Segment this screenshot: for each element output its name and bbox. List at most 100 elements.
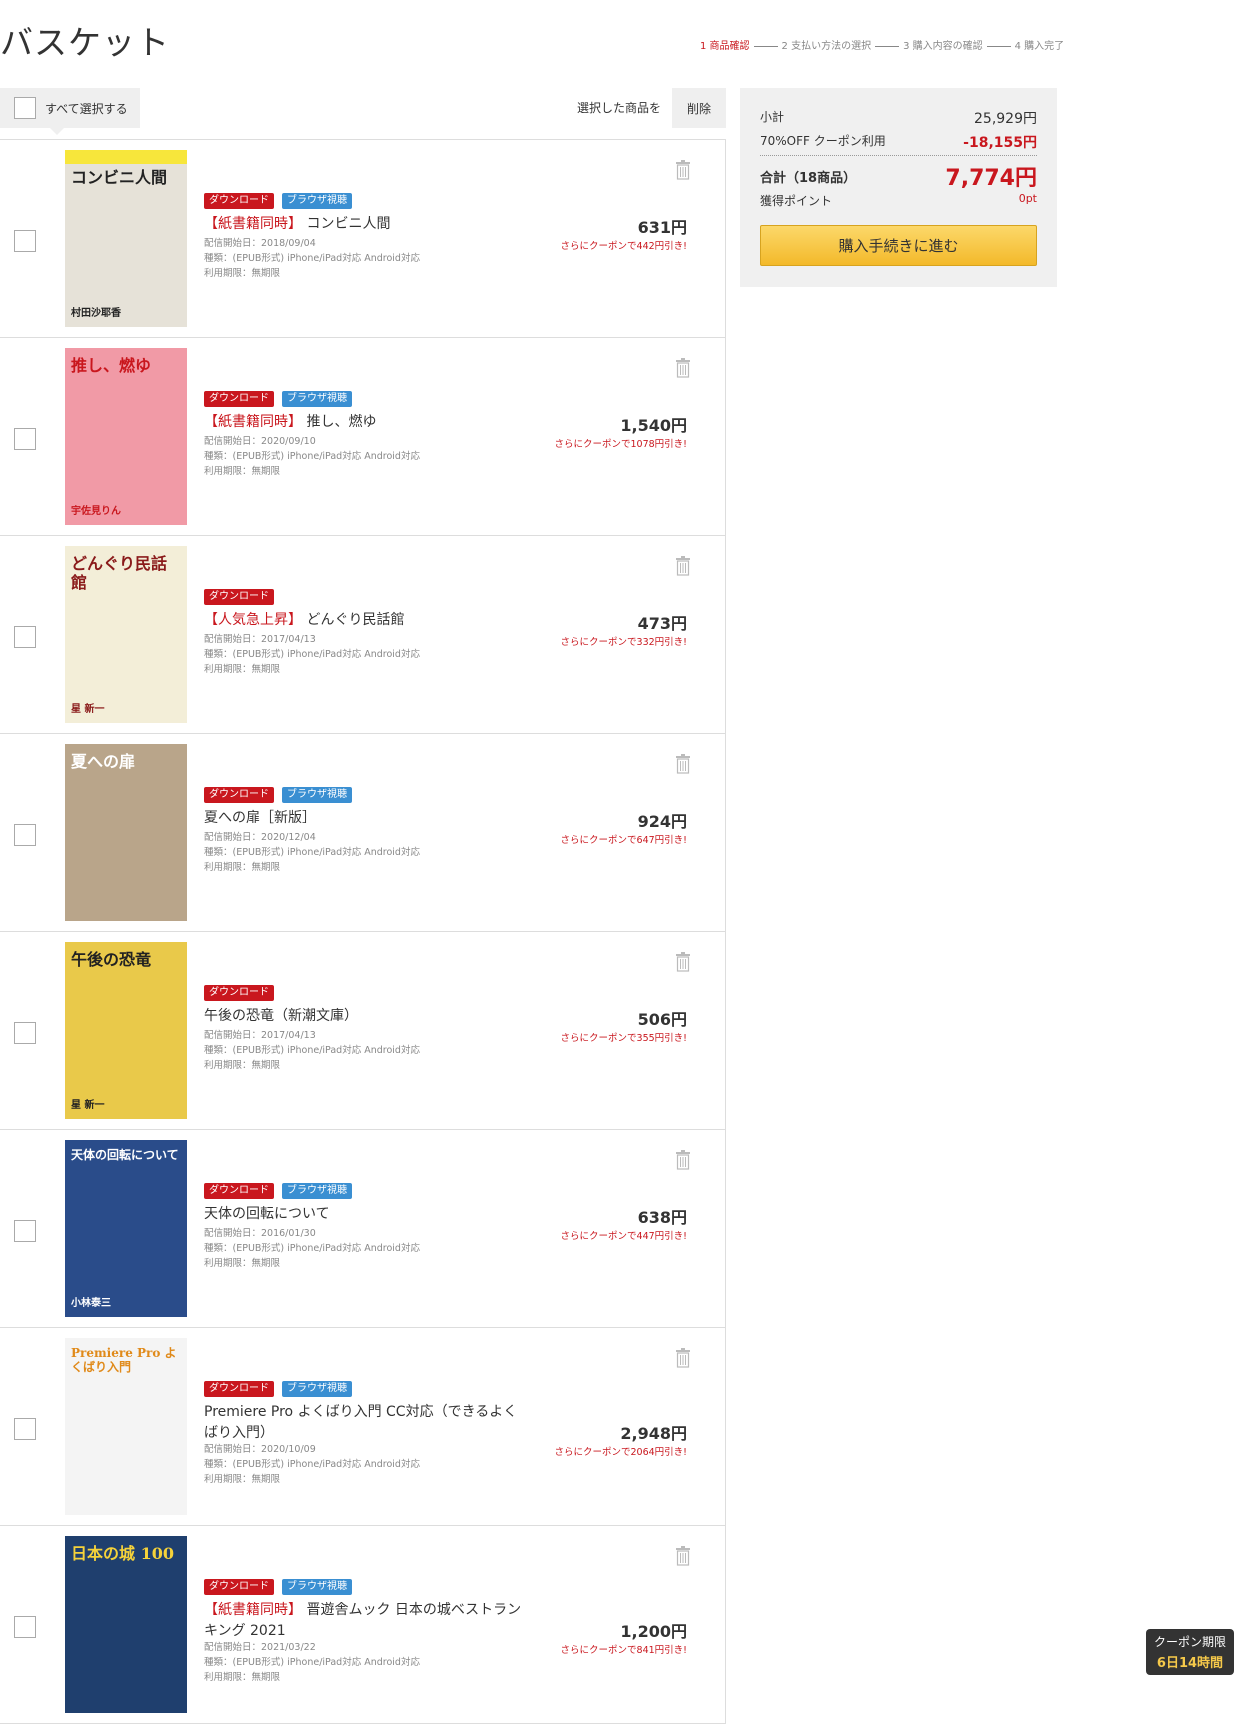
file-type: 種類：(EPUB形式) iPhone/iPad対応 Android対応 bbox=[204, 847, 420, 858]
select-all[interactable]: すべて選択する bbox=[0, 88, 140, 135]
book-cover[interactable]: Premiere Pro よくばり入門 bbox=[65, 1338, 187, 1515]
usage-period: 利用期限：無期限 bbox=[204, 1474, 281, 1485]
trash-icon[interactable] bbox=[675, 556, 691, 576]
total-value: 7,774円 bbox=[945, 166, 1037, 191]
file-type: 種類：(EPUB形式) iPhone/iPad対応 Android対応 bbox=[204, 1045, 420, 1056]
download-badge: ダウンロード bbox=[204, 391, 274, 407]
book-tag: 【人気急上昇】 bbox=[204, 612, 302, 628]
cover-author: 星 新一 bbox=[71, 1100, 105, 1111]
progress-steps: 1 商品確認 2 支払い方法の選択 3 購入内容の確認 4 購入完了 bbox=[700, 37, 1064, 52]
coupon-expiry-box[interactable]: クーポン期限 6日14時間 bbox=[1146, 1629, 1234, 1675]
cover-title: 日本の城 100 bbox=[71, 1544, 174, 1563]
cover-title: Premiere Pro よくばり入門 bbox=[71, 1346, 177, 1375]
browser-view-badge: ブラウザ視聴 bbox=[282, 193, 352, 209]
book-title[interactable]: 午後の恐竜（新潮文庫） bbox=[204, 1006, 524, 1027]
book-title-text: 午後の恐竜（新潮文庫） bbox=[204, 1008, 358, 1024]
item-checkbox[interactable] bbox=[14, 230, 36, 252]
book-title[interactable]: 【紙書籍同時】 コンビニ人間 bbox=[204, 214, 524, 235]
cover-title: 天体の回転について bbox=[71, 1148, 179, 1162]
book-cover[interactable]: 天体の回転について 小林泰三 bbox=[65, 1140, 187, 1317]
coupon-discount: さらにクーポンで647円引き! bbox=[560, 835, 687, 846]
release-date: 配信開始日：2020/10/09 bbox=[204, 1444, 316, 1455]
checkout-button[interactable]: 購入手続きに進む bbox=[760, 225, 1037, 266]
points-label: 獲得ポイント bbox=[760, 194, 833, 208]
file-type: 種類：(EPUB形式) iPhone/iPad対応 Android対応 bbox=[204, 1657, 420, 1668]
step-3: 3 購入内容の確認 bbox=[903, 41, 983, 52]
file-type: 種類：(EPUB形式) iPhone/iPad対応 Android対応 bbox=[204, 1459, 420, 1470]
book-title-text: どんぐり民話館 bbox=[302, 612, 405, 628]
trash-icon[interactable] bbox=[675, 952, 691, 972]
book-title[interactable]: 【人気急上昇】 どんぐり民話館 bbox=[204, 610, 524, 631]
basket-item: どんぐり民話館星 新一 ダウンロード 【人気急上昇】 どんぐり民話館 配信開始日… bbox=[0, 536, 725, 734]
cover-title: どんぐり民話館 bbox=[71, 554, 168, 593]
file-type: 種類：(EPUB形式) iPhone/iPad対応 Android対応 bbox=[204, 1243, 420, 1254]
basket-item: 日本の城 100 ダウンロード ブラウザ視聴 【紙書籍同時】 晋遊舎ムック 日本… bbox=[0, 1526, 725, 1724]
trash-icon[interactable] bbox=[675, 160, 691, 180]
select-all-checkbox[interactable] bbox=[14, 97, 36, 119]
download-badge: ダウンロード bbox=[204, 1579, 274, 1595]
item-price: 1,200円 bbox=[620, 1622, 687, 1641]
book-cover[interactable]: コンビニ人間 村田沙耶香 bbox=[65, 150, 187, 327]
book-title[interactable]: 夏への扉［新版］ bbox=[204, 808, 524, 829]
book-cover[interactable]: 午後の恐竜星 新一 bbox=[65, 942, 187, 1119]
item-price: 473円 bbox=[637, 614, 687, 633]
item-price: 1,540円 bbox=[620, 416, 687, 435]
selected-items-label: 選択した商品を bbox=[577, 101, 662, 115]
item-checkbox[interactable] bbox=[14, 1220, 36, 1242]
step-separator bbox=[986, 45, 1011, 47]
coupon-expiry-value: 6日14時間 bbox=[1156, 1656, 1224, 1671]
coupon-discount: さらにクーポンで442円引き! bbox=[560, 241, 687, 252]
basket-item: 夏への扉 ダウンロード ブラウザ視聴 夏への扉［新版］ 配信開始日：2020/1… bbox=[0, 734, 725, 932]
usage-period: 利用期限：無期限 bbox=[204, 1060, 281, 1071]
item-price: 924円 bbox=[637, 812, 687, 831]
book-title[interactable]: 【紙書籍同時】 推し、燃ゆ bbox=[204, 412, 524, 433]
usage-period: 利用期限：無期限 bbox=[204, 268, 281, 279]
release-date: 配信開始日：2020/09/10 bbox=[204, 436, 316, 447]
item-checkbox[interactable] bbox=[14, 1616, 36, 1638]
book-title[interactable]: 【紙書籍同時】 晋遊舎ムック 日本の城ベストランキング 2021 bbox=[204, 1600, 524, 1642]
book-meta: 配信開始日：2020/10/09 種類：(EPUB形式) iPhone/iPad… bbox=[204, 1442, 420, 1487]
book-meta: 配信開始日：2020/12/04 種類：(EPUB形式) iPhone/iPad… bbox=[204, 830, 420, 875]
download-badge: ダウンロード bbox=[204, 985, 274, 1001]
basket-item: 午後の恐竜星 新一 ダウンロード 午後の恐竜（新潮文庫） 配信開始日：2017/… bbox=[0, 932, 725, 1130]
points-row: 獲得ポイント 0pt bbox=[760, 192, 1037, 209]
release-date: 配信開始日：2020/12/04 bbox=[204, 832, 316, 843]
item-price: 631円 bbox=[637, 218, 687, 237]
item-checkbox[interactable] bbox=[14, 1022, 36, 1044]
book-meta: 配信開始日：2020/09/10 種類：(EPUB形式) iPhone/iPad… bbox=[204, 434, 420, 479]
book-cover[interactable]: 推し、燃ゆ 宇佐見りん bbox=[65, 348, 187, 525]
usage-period: 利用期限：無期限 bbox=[204, 664, 281, 675]
basket-item: 天体の回転について 小林泰三 ダウンロード ブラウザ視聴 天体の回転について 配信… bbox=[0, 1130, 725, 1328]
download-badge: ダウンロード bbox=[204, 193, 274, 209]
book-cover[interactable]: 日本の城 100 bbox=[65, 1536, 187, 1713]
coupon-discount: さらにクーポンで332円引き! bbox=[560, 637, 687, 648]
item-checkbox[interactable] bbox=[14, 428, 36, 450]
book-title[interactable]: Premiere Pro よくばり入門 CC対応（できるよくばり入門） bbox=[204, 1402, 524, 1444]
step-4: 4 購入完了 bbox=[1014, 41, 1065, 52]
trash-icon[interactable] bbox=[675, 1348, 691, 1368]
book-title[interactable]: 天体の回転について bbox=[204, 1204, 524, 1225]
page-title: バスケット bbox=[0, 23, 170, 62]
book-title-text: 天体の回転について bbox=[204, 1206, 330, 1222]
item-badges: ダウンロード ブラウザ視聴 bbox=[204, 1579, 352, 1595]
coupon-discount: さらにクーポンで1078円引き! bbox=[554, 439, 688, 450]
cover-title: コンビニ人間 bbox=[71, 168, 168, 187]
trash-icon[interactable] bbox=[675, 1546, 691, 1566]
points-value: 0pt bbox=[1018, 192, 1037, 205]
book-cover[interactable]: 夏への扉 bbox=[65, 744, 187, 921]
item-checkbox[interactable] bbox=[14, 626, 36, 648]
item-checkbox[interactable] bbox=[14, 1418, 36, 1440]
coupon-value: -18,155円 bbox=[963, 135, 1037, 151]
item-checkbox[interactable] bbox=[14, 824, 36, 846]
summary-divider bbox=[760, 155, 1037, 156]
subtotal-row: 小計 25,929円 bbox=[760, 108, 1037, 128]
download-badge: ダウンロード bbox=[204, 589, 274, 605]
usage-period: 利用期限：無期限 bbox=[204, 862, 281, 873]
trash-icon[interactable] bbox=[675, 754, 691, 774]
trash-icon[interactable] bbox=[675, 358, 691, 378]
trash-icon[interactable] bbox=[675, 1150, 691, 1170]
delete-selected-button[interactable]: 削除 bbox=[672, 88, 726, 128]
file-type: 種類：(EPUB形式) iPhone/iPad対応 Android対応 bbox=[204, 649, 420, 660]
cover-title: 推し、燃ゆ bbox=[71, 356, 152, 375]
book-cover[interactable]: どんぐり民話館星 新一 bbox=[65, 546, 187, 723]
